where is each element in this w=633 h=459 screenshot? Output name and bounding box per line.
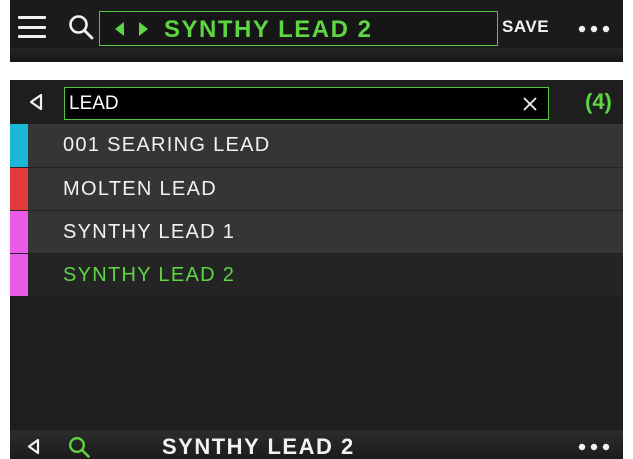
- list-item-label: MOLTEN LEAD: [63, 178, 217, 200]
- back-triangle-icon[interactable]: [27, 438, 40, 455]
- color-swatch: [10, 254, 28, 296]
- list-item[interactable]: MOLTEN LEAD: [10, 167, 623, 210]
- search-row: (4): [10, 80, 623, 124]
- result-count: (4): [585, 89, 612, 114]
- hamburger-line: [18, 25, 46, 29]
- search-field[interactable]: [64, 87, 549, 120]
- save-button[interactable]: SAVE: [502, 17, 549, 37]
- list-item[interactable]: SYNTHY LEAD 1: [10, 210, 623, 253]
- list-item-label: SYNTHY LEAD 2: [63, 264, 236, 286]
- list-item-label: 001 SEARING LEAD: [63, 134, 271, 156]
- top-bar: SYNTHY LEAD 2 SAVE: [10, 0, 623, 62]
- preset-search-panel: (4) 001 SEARING LEAD MOLTEN LEAD SYNTHY …: [10, 80, 623, 430]
- close-icon[interactable]: [522, 96, 538, 112]
- preset-selector[interactable]: SYNTHY LEAD 2: [99, 11, 498, 46]
- current-preset-name: SYNTHY LEAD 2: [164, 16, 373, 43]
- color-swatch: [10, 211, 28, 253]
- results-list: 001 SEARING LEAD MOLTEN LEAD SYNTHY LEAD…: [10, 124, 623, 296]
- list-item[interactable]: 001 SEARING LEAD: [10, 124, 623, 167]
- hamburger-line: [18, 16, 46, 19]
- more-dots-icon[interactable]: [578, 25, 610, 33]
- search-icon[interactable]: [68, 436, 90, 458]
- search-icon[interactable]: [68, 14, 94, 40]
- color-swatch: [10, 168, 28, 210]
- next-preset-arrow-icon[interactable]: [138, 22, 148, 36]
- list-item-label: SYNTHY LEAD 1: [63, 221, 236, 243]
- back-triangle-icon[interactable]: [29, 93, 43, 111]
- hamburger-line: [18, 35, 46, 38]
- footer-preset-name: SYNTHY LEAD 2: [162, 434, 355, 459]
- bottom-bar: SYNTHY LEAD 2: [10, 430, 623, 459]
- color-swatch: [10, 124, 28, 167]
- hamburger-icon[interactable]: [18, 16, 46, 38]
- search-input[interactable]: [69, 91, 509, 116]
- list-item[interactable]: SYNTHY LEAD 2: [10, 253, 623, 296]
- previous-preset-arrow-icon[interactable]: [115, 22, 125, 36]
- top-bar-shade: [10, 48, 623, 62]
- more-dots-icon[interactable]: [578, 443, 610, 451]
